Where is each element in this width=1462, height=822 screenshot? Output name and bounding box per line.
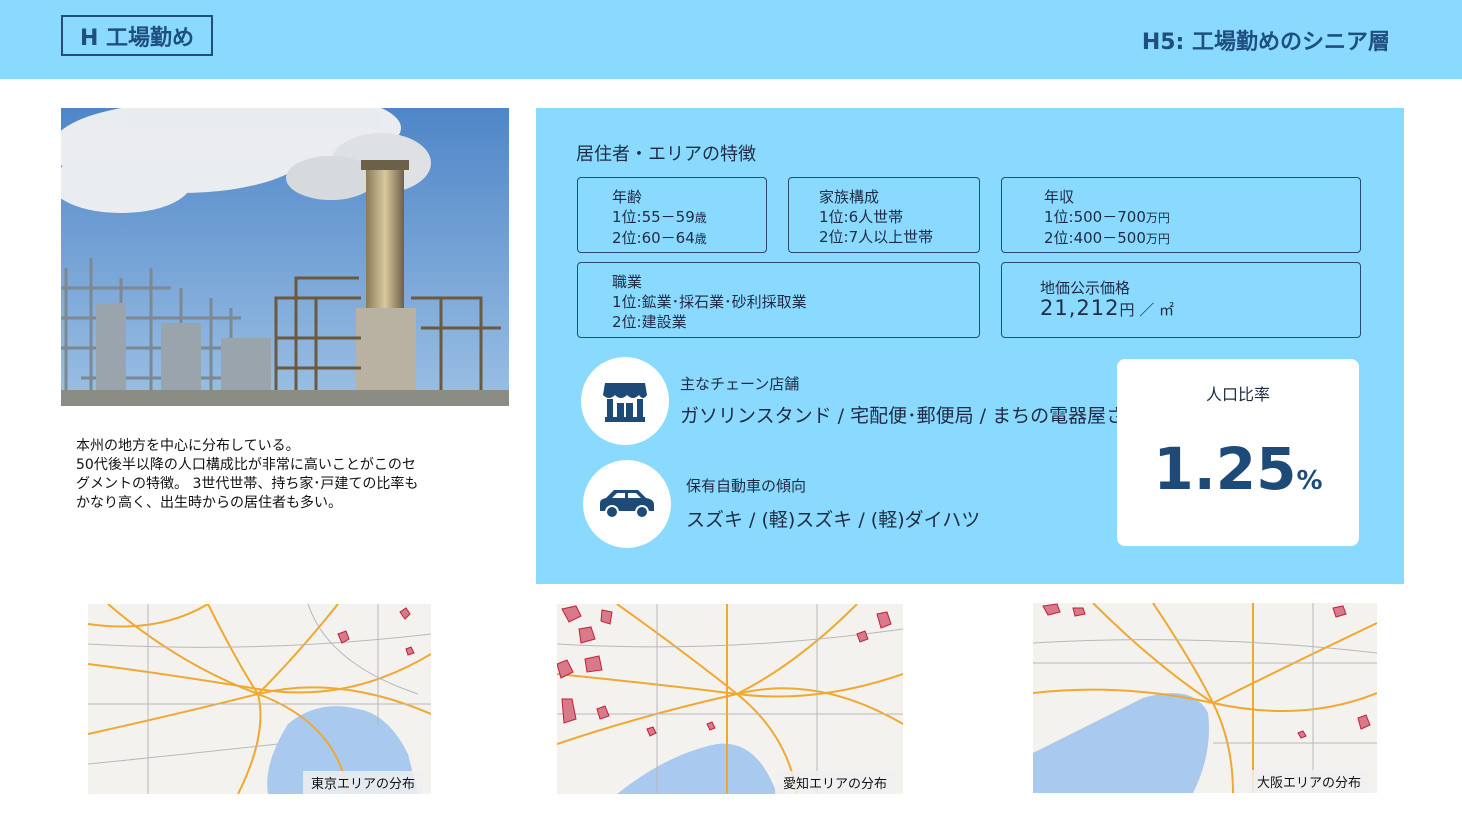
car-icon-circle xyxy=(583,460,671,548)
land-price-value: 21,212 xyxy=(1040,296,1120,320)
factory-photo xyxy=(61,108,509,406)
income-unit: 万円 xyxy=(1145,232,1170,246)
family-second: 2位:7人以上世帯 xyxy=(819,228,934,246)
population-ratio-value: 1.25% xyxy=(1117,435,1359,503)
characteristics-panel: 居住者・エリアの特徴 年齢 1位:55－59歳 2位:60－64歳 家族構成 1… xyxy=(536,108,1404,584)
family-first: 1位:6人世帯 xyxy=(819,208,904,226)
income-unit: 万円 xyxy=(1145,211,1170,225)
occupation-first: 1位:鉱業･採石業･砂利採取業 xyxy=(612,293,807,311)
aichi-map: 愛知エリアの分布 xyxy=(557,604,903,794)
description-line: 本州の地方を中心に分布している。 xyxy=(76,438,300,454)
age-label: 年齢 xyxy=(612,188,643,206)
occupation-second: 2位:建設業 xyxy=(612,313,687,331)
income-second: 2位:400－500 xyxy=(1044,229,1146,247)
age-second: 2位:60－64 xyxy=(612,229,695,247)
osaka-map: 大阪エリアの分布 xyxy=(1033,603,1377,793)
car-icon xyxy=(600,490,654,519)
chain-value: ガソリンスタンド / 宅配便･郵便局 / まちの電器屋さん xyxy=(680,405,1145,427)
population-ratio-unit: % xyxy=(1296,466,1323,496)
population-ratio-number: 1.25 xyxy=(1153,435,1297,503)
segment-tag: H 工場勤め xyxy=(61,15,213,56)
osaka-map-caption: 大阪エリアの分布 xyxy=(1248,770,1369,793)
age-first: 1位:55－59 xyxy=(612,208,695,226)
age-unit: 歳 xyxy=(694,211,707,225)
header-bar: H 工場勤め H5: 工場勤めのシニア層 xyxy=(0,0,1462,79)
panel-title: 居住者・エリアの特徴 xyxy=(576,144,756,165)
population-ratio-label: 人口比率 xyxy=(1205,385,1270,404)
description-line: グメントの特徴。 3世代世帯、持ち家･戸建ての比率も xyxy=(76,476,419,492)
tokyo-map: 東京エリアの分布 xyxy=(88,604,431,794)
land-price-box: 地価公示価格 21,212円 ／ ㎡ xyxy=(1001,262,1361,338)
income-first: 1位:500－700 xyxy=(1044,208,1146,226)
population-ratio-card: 人口比率 1.25% xyxy=(1117,359,1359,546)
income-box: 年収 1位:500－700万円 2位:400－500万円 xyxy=(1001,177,1361,253)
age-box: 年齢 1位:55－59歳 2位:60－64歳 xyxy=(577,177,767,253)
aichi-map-caption: 愛知エリアの分布 xyxy=(774,771,895,794)
store-icon xyxy=(603,383,647,422)
age-unit: 歳 xyxy=(694,232,707,246)
family-label: 家族構成 xyxy=(819,188,880,206)
occupation-label: 職業 xyxy=(612,273,643,291)
income-label: 年収 xyxy=(1044,188,1075,206)
family-box: 家族構成 1位:6人世帯 2位:7人以上世帯 xyxy=(788,177,980,253)
car-label: 保有自動車の傾向 xyxy=(686,477,807,495)
tokyo-map-caption: 東京エリアの分布 xyxy=(302,771,423,794)
store-icon-circle xyxy=(581,357,669,445)
segment-description: 本州の地方を中心に分布している。 50代後半以降の人口構成比が非常に高いことがこ… xyxy=(76,437,496,513)
description-line: 50代後半以降の人口構成比が非常に高いことがこのセ xyxy=(76,457,416,473)
land-price-label: 地価公示価格 xyxy=(1040,279,1131,297)
land-price-unit: 円 ／ ㎡ xyxy=(1119,301,1175,319)
chain-label: 主なチェーン店舗 xyxy=(680,375,800,393)
description-line: かなり高く、出生時からの居住者も多い。 xyxy=(76,495,342,511)
car-value: スズキ / (軽)スズキ / (軽)ダイハツ xyxy=(686,509,981,531)
page-title: H5: 工場勤めのシニア層 xyxy=(1141,30,1390,55)
occupation-box: 職業 1位:鉱業･採石業･砂利採取業 2位:建設業 xyxy=(577,262,980,338)
